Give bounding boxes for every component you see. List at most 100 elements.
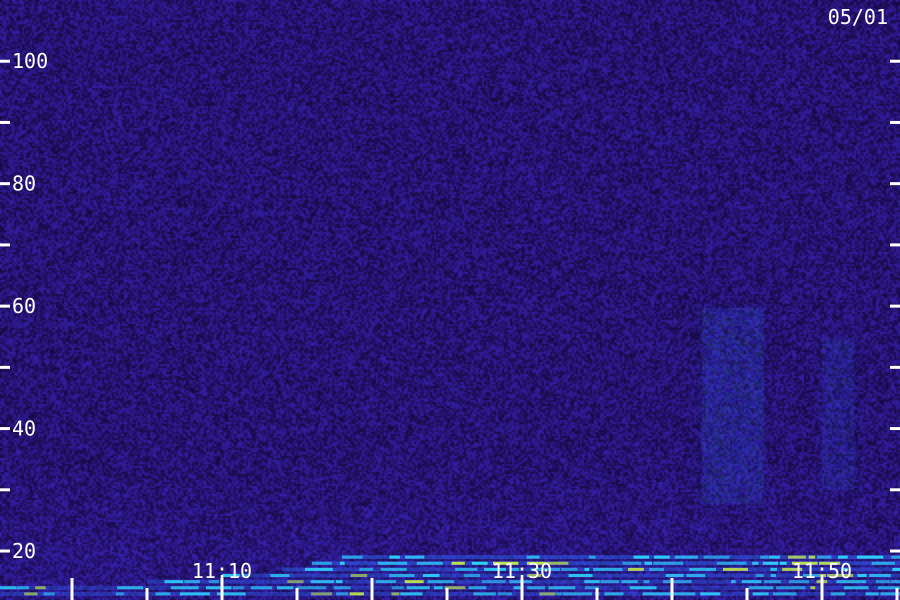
y-tick-label: 20 <box>12 539 36 563</box>
signal-band-segment <box>0 586 16 590</box>
signal-band-segment <box>856 555 884 559</box>
signal-band-segment <box>642 592 671 596</box>
signal-band-segment <box>830 592 846 596</box>
spectrogram-chart: 100 80 60 40 20 11:10 11:30 11:50 05/01 <box>0 0 900 600</box>
signal-band-segment <box>232 586 245 590</box>
signal-band-segment <box>451 561 465 565</box>
signal-band-segment <box>333 586 351 590</box>
signal-band-segment <box>250 586 273 590</box>
signal-band-segment <box>769 555 780 559</box>
signal-band-segment <box>35 586 46 590</box>
signal-band-segment <box>700 592 721 596</box>
signal-band-segment <box>653 561 684 565</box>
signal-band-segment <box>115 592 125 596</box>
signal-band-segment <box>527 586 546 590</box>
signal-band-segment <box>155 592 171 596</box>
signal-band-segment <box>16 586 30 590</box>
signal-band-segment <box>561 567 578 571</box>
signal-band-segment <box>416 561 443 565</box>
signal-band-segment <box>427 580 455 584</box>
signal-band-segment <box>312 561 332 565</box>
signal-band-segment <box>770 574 776 578</box>
signal-band-segment <box>686 574 706 578</box>
signal-band-segment <box>665 574 684 578</box>
signal-band-segment <box>633 555 650 559</box>
signal-band-segment <box>350 574 368 578</box>
signal-band-segment <box>179 592 210 596</box>
signal-band-segment <box>662 580 692 584</box>
signal-band-segment <box>716 561 747 565</box>
signal-band-segment <box>589 555 596 559</box>
signal-band-segment <box>548 586 576 590</box>
signal-band-segment <box>621 580 638 584</box>
signal-band-segment <box>731 580 736 584</box>
signal-band-segment <box>311 592 333 596</box>
signal-band-segment <box>433 586 443 590</box>
signal-band-segment <box>649 567 665 571</box>
signal-band-segment <box>568 574 593 578</box>
signal-band-segment <box>375 580 397 584</box>
signal-band <box>0 591 900 596</box>
signal-band-segment <box>377 561 408 565</box>
signal-band-segment <box>673 592 696 596</box>
signal-band-segment <box>622 561 642 565</box>
x-tick-label: 11:50 <box>792 559 852 583</box>
signal-band-segment <box>556 592 563 596</box>
signal-band-segment <box>865 592 879 596</box>
signal-band-segment <box>762 561 779 565</box>
signal-band-segment <box>468 586 487 590</box>
signal-band-segment <box>24 592 38 596</box>
signal-band-segment <box>593 567 623 571</box>
signal-band-segment <box>205 586 232 590</box>
signal-band-segment <box>404 580 424 584</box>
signal-band-segment <box>703 555 730 559</box>
x-tick-label: 11:30 <box>492 559 552 583</box>
signal-band-segment <box>722 567 748 571</box>
signal-band-segment <box>349 592 364 596</box>
x-tick-label: 11:10 <box>192 559 252 583</box>
signal-band-segment <box>563 592 593 596</box>
signal-band-segment <box>389 555 400 559</box>
date-label: 05/01 <box>828 5 888 29</box>
signal-band-segment <box>741 580 762 584</box>
signal-band <box>0 585 900 590</box>
signal-band-segment <box>584 580 600 584</box>
signal-band-segment <box>604 592 624 596</box>
signal-band-segment <box>335 580 343 584</box>
signal-band-segment <box>857 574 867 578</box>
signal-band-segment <box>752 561 759 565</box>
signal-band-segment <box>473 592 496 596</box>
y-tick-label: 100 <box>12 49 48 73</box>
signal-band-segment <box>644 561 653 565</box>
signal-band-segment <box>600 580 619 584</box>
signal-band-segment <box>770 567 777 571</box>
signal-band-segment <box>776 586 806 590</box>
signal-band-segment <box>755 574 764 578</box>
signal-band-segment <box>875 580 890 584</box>
signal-band-segment <box>389 574 415 578</box>
signal-band-segment <box>772 592 797 596</box>
signal-band-segment <box>539 592 556 596</box>
signal-band-segment <box>296 586 326 590</box>
signal-band-segment <box>342 555 363 559</box>
signal-band-segment <box>654 555 670 559</box>
signal-band-segment <box>629 586 657 590</box>
signal-band-segment <box>339 561 345 565</box>
signal-band-segment <box>752 592 769 596</box>
signal-band-segment <box>455 567 478 571</box>
signal-band-segment <box>871 561 895 565</box>
signal-band-segment <box>380 567 407 571</box>
signal-band-segment <box>117 586 144 590</box>
signal-band-segment <box>584 567 590 571</box>
signal-band-segment <box>497 592 513 596</box>
signal-band-segment <box>891 555 900 559</box>
signal-band-segment <box>400 592 423 596</box>
signal-band-segment <box>406 586 430 590</box>
signal-band-segment <box>748 586 774 590</box>
signal-band-segment <box>391 592 400 596</box>
y-tick-label: 40 <box>12 417 36 441</box>
signal-band-segment <box>674 555 698 559</box>
signal-band-segment <box>304 567 333 571</box>
signal-band-segment <box>405 555 425 559</box>
signal-band-segment <box>391 586 404 590</box>
